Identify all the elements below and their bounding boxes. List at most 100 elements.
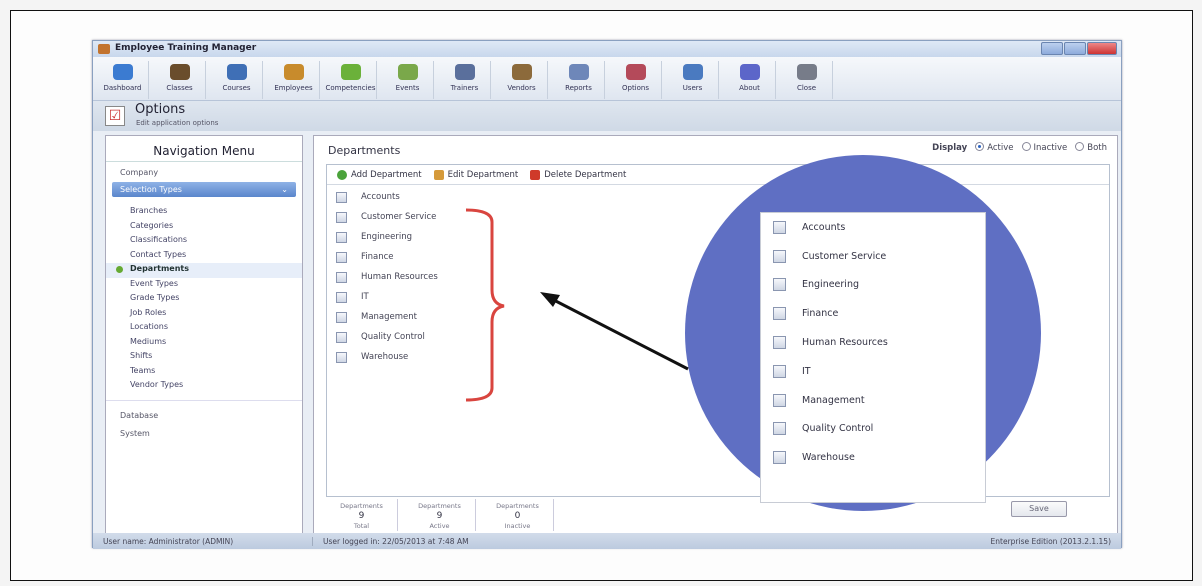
toolbar-events-button[interactable]: Events bbox=[382, 61, 434, 99]
department-list: Accounts Customer Service Engineering Finan… bbox=[327, 185, 1109, 367]
sidebar-item-teams[interactable]: Teams bbox=[106, 365, 302, 380]
sidebar-item-shifts[interactable]: Shifts bbox=[106, 350, 302, 365]
display-label: Display bbox=[932, 142, 968, 153]
save-button[interactable]: Save bbox=[1011, 501, 1067, 517]
list-item[interactable]: Human Resources bbox=[327, 267, 1109, 287]
toolbar-vendors-button[interactable]: Vendors bbox=[496, 61, 548, 99]
zoom-item-label: Engineering bbox=[802, 279, 859, 291]
page-background: Employee Training Manager Dashboard Class… bbox=[0, 0, 1202, 586]
list-item[interactable]: Customer Service bbox=[327, 207, 1109, 227]
sidebar-item-event-types[interactable]: Event Types bbox=[106, 278, 302, 293]
toolbar-button-label: Classes bbox=[166, 84, 193, 92]
department-name: Management bbox=[361, 312, 417, 322]
department-name: Human Resources bbox=[361, 272, 438, 282]
toolbar-close-button[interactable]: Close bbox=[781, 61, 833, 99]
summary-counters: Departments 9 Total Departments 9 Active Depar… bbox=[326, 499, 576, 531]
document-icon bbox=[773, 307, 786, 321]
document-icon bbox=[773, 364, 786, 378]
zoom-item-label: Warehouse bbox=[802, 452, 855, 464]
toolbar-courses-button[interactable]: Courses bbox=[211, 61, 263, 99]
zoom-list-item: Finance bbox=[761, 299, 985, 328]
sidebar-item-branches[interactable]: Branches bbox=[106, 205, 302, 220]
status-bar: User name: Administrator (ADMIN) User lo… bbox=[93, 533, 1121, 549]
vendors-icon bbox=[511, 64, 532, 80]
toolbar-classes-button[interactable]: Classes bbox=[154, 61, 206, 99]
zoom-item-label: Human Resources bbox=[802, 337, 888, 349]
toolbar-about-button[interactable]: About bbox=[724, 61, 776, 99]
radio-active[interactable]: Active bbox=[975, 142, 1014, 153]
nav-company[interactable]: Company bbox=[106, 162, 302, 180]
minimize-button[interactable] bbox=[1041, 42, 1063, 55]
options-header: ☑ Options Edit application options bbox=[93, 101, 1121, 131]
list-item[interactable]: Finance bbox=[327, 247, 1109, 267]
list-item[interactable]: Management bbox=[327, 307, 1109, 327]
sidebar-item-grade-types[interactable]: Grade Types bbox=[106, 292, 302, 307]
list-item[interactable]: Quality Control bbox=[327, 327, 1109, 347]
options-icon bbox=[625, 64, 646, 80]
zoom-item-label: Customer Service bbox=[802, 250, 887, 262]
close-window-button[interactable] bbox=[1087, 42, 1117, 55]
action-bar: Add Department Edit Department Delete De… bbox=[327, 165, 1109, 185]
reports-icon bbox=[568, 64, 589, 80]
toolbar-reports-button[interactable]: Reports bbox=[553, 61, 605, 99]
toolbar-button-label: About bbox=[739, 84, 760, 92]
options-icon: ☑ bbox=[105, 106, 125, 126]
list-item[interactable]: Warehouse bbox=[327, 347, 1109, 367]
zoom-list-item: Accounts bbox=[761, 213, 985, 242]
display-filter: Display Active Inactive Both bbox=[932, 142, 1107, 153]
sidebar-item-categories[interactable]: Categories bbox=[106, 220, 302, 235]
nav-database[interactable]: Database bbox=[106, 405, 302, 423]
department-name: Accounts bbox=[361, 192, 400, 202]
zoom-list-item: Human Resources bbox=[761, 328, 985, 357]
sidebar-item-departments[interactable]: Departments bbox=[106, 263, 302, 278]
sidebar-item-job-roles[interactable]: Job Roles bbox=[106, 307, 302, 322]
nav-system[interactable]: System bbox=[106, 423, 302, 441]
radio-both[interactable]: Both bbox=[1075, 142, 1107, 153]
summary-caption: Departments bbox=[418, 502, 461, 510]
nav-header: Navigation Menu bbox=[106, 136, 302, 162]
toolbar-button-label: Users bbox=[682, 84, 703, 92]
zoom-list-item: Quality Control bbox=[761, 415, 985, 444]
zoom-item-label: Management bbox=[802, 394, 865, 406]
toolbar-button-label: Employees bbox=[274, 84, 313, 92]
sidebar-item-vendor-types[interactable]: Vendor Types bbox=[106, 379, 302, 394]
toolbar-competencies-button[interactable]: Competencies bbox=[325, 61, 377, 99]
document-icon bbox=[336, 351, 347, 363]
document-icon bbox=[336, 191, 347, 203]
document-icon bbox=[336, 331, 347, 343]
add-department-button[interactable]: Add Department bbox=[337, 169, 422, 180]
radio-inactive[interactable]: Inactive bbox=[1021, 142, 1067, 153]
add-department-label: Add Department bbox=[351, 169, 422, 180]
toolbar-button-label: Dashboard bbox=[103, 84, 142, 92]
window-controls bbox=[1041, 42, 1117, 55]
sidebar-item-classifications[interactable]: Classifications bbox=[106, 234, 302, 249]
edit-department-button[interactable]: Edit Department bbox=[433, 169, 518, 180]
summary-value: 0 bbox=[514, 511, 521, 521]
toolbar-options-button[interactable]: Options bbox=[610, 61, 662, 99]
document-icon bbox=[336, 231, 347, 243]
trainers-icon bbox=[454, 64, 475, 80]
document-icon bbox=[336, 271, 347, 283]
sidebar-item-contact-types[interactable]: Contact Types bbox=[106, 249, 302, 264]
nav-item-list: Branches Categories Classifications Contact… bbox=[106, 199, 302, 394]
document-icon bbox=[773, 278, 786, 292]
sidebar-item-mediums[interactable]: Mediums bbox=[106, 336, 302, 351]
toolbar-users-button[interactable]: Users bbox=[667, 61, 719, 99]
list-item[interactable]: Accounts bbox=[327, 187, 1109, 207]
summary-value: 9 bbox=[436, 511, 443, 521]
summary-sub: Active bbox=[429, 522, 450, 530]
zoom-item-label: IT bbox=[802, 365, 811, 377]
toolbar-dashboard-button[interactable]: Dashboard bbox=[97, 61, 149, 99]
maximize-button[interactable] bbox=[1064, 42, 1086, 55]
employees-icon bbox=[283, 64, 304, 80]
document-icon bbox=[773, 249, 786, 263]
list-item[interactable]: Engineering bbox=[327, 227, 1109, 247]
toolbar-trainers-button[interactable]: Trainers bbox=[439, 61, 491, 99]
document-icon bbox=[336, 311, 347, 323]
toolbar-employees-button[interactable]: Employees bbox=[268, 61, 320, 99]
list-item[interactable]: IT bbox=[327, 287, 1109, 307]
sidebar-item-locations[interactable]: Locations bbox=[106, 321, 302, 336]
nav-selection-types[interactable]: Selection Types ⌄ bbox=[112, 182, 296, 197]
courses-icon bbox=[226, 64, 247, 80]
delete-department-button[interactable]: Delete Department bbox=[530, 169, 626, 180]
